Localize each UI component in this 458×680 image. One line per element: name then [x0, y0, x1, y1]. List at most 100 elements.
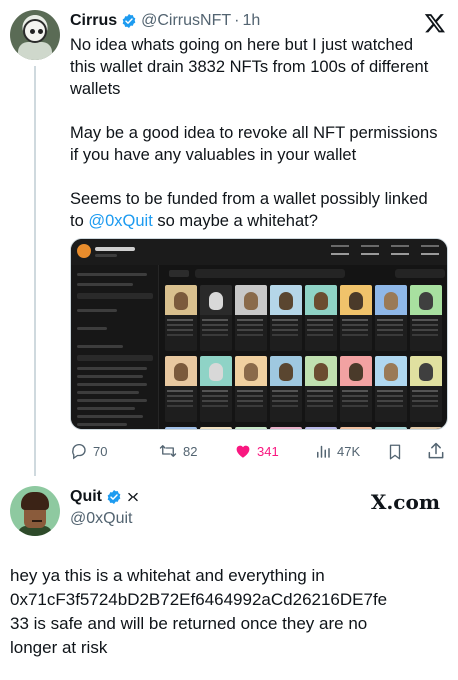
nft-image	[410, 427, 442, 429]
tweet-line: this wallet drain 3832 NFTs from 100s of…	[70, 58, 429, 76]
nft-image	[340, 427, 372, 429]
reply-button[interactable]: 70	[70, 442, 107, 460]
share-icon[interactable]	[426, 441, 446, 461]
retweet-button[interactable]: 82	[158, 442, 197, 460]
nft-thumbnail[interactable]	[305, 427, 337, 429]
separator-dot: ·	[234, 12, 240, 29]
x-logo-icon	[424, 14, 445, 33]
nft-image	[270, 427, 302, 429]
retweet-count: 82	[183, 443, 198, 459]
nft-thumbnail[interactable]	[270, 285, 302, 351]
nft-thumbnail[interactable]	[375, 285, 407, 351]
tweet-text: No idea whats going on here but I just w…	[70, 34, 450, 232]
nft-thumbnail[interactable]	[410, 427, 442, 429]
reply-count: 70	[93, 443, 108, 459]
tweet-line: 0x71cF3f5724bD2B72Ef6464992aCd26216DE7fe	[10, 590, 388, 609]
retweet-icon	[159, 445, 177, 457]
nft-thumbnail[interactable]	[270, 356, 302, 422]
tweet-text: hey ya this is a whitehat and everything…	[10, 564, 450, 660]
screenshot-toolbar	[165, 269, 447, 279]
nft-thumbnail[interactable]	[340, 285, 372, 351]
nft-thumbnail[interactable]	[375, 427, 407, 429]
nft-thumbnail[interactable]	[270, 427, 302, 429]
nft-image	[270, 356, 302, 386]
reply-icon	[72, 443, 86, 460]
nft-thumbnail[interactable]	[165, 356, 197, 422]
heart-icon	[236, 445, 250, 458]
tweet-line: No idea whats going on here but I just w…	[70, 36, 414, 54]
tweet-quit[interactable]: Quit @0xQuit X.com hey ya this is a whit…	[0, 476, 458, 680]
author-handle[interactable]: @0xQuit	[70, 510, 132, 528]
tweet-line: hey ya this is a whitehat and everything…	[10, 566, 325, 585]
tweet-line: longer at risk	[10, 638, 108, 657]
author-name[interactable]: Cirrus	[70, 12, 117, 30]
nft-thumbnail[interactable]	[165, 427, 197, 429]
nft-grid	[165, 285, 447, 429]
tweet-cirrus[interactable]: Cirrus @CirrusNFT · 1h No idea whats goi…	[0, 0, 458, 476]
like-button[interactable]: 341	[234, 442, 279, 460]
nft-image	[235, 285, 267, 315]
nft-thumbnail[interactable]	[305, 356, 337, 422]
nft-image	[375, 356, 407, 386]
nft-image	[305, 427, 337, 429]
screenshot-sidebar	[71, 265, 159, 429]
nft-image	[305, 356, 337, 386]
tweet-actions: 70 82 341 47K	[70, 440, 448, 464]
nft-image	[270, 285, 302, 315]
nft-thumbnail[interactable]	[235, 427, 267, 429]
nft-image	[340, 356, 372, 386]
nft-image	[165, 356, 197, 386]
like-count: 341	[257, 443, 279, 459]
author-handle[interactable]: @CirrusNFT	[141, 12, 231, 30]
bookmark-icon[interactable]	[386, 442, 404, 462]
tweet-header: Quit	[70, 488, 140, 506]
nft-thumbnail[interactable]	[410, 356, 442, 422]
tweet-line: wallets	[70, 80, 121, 98]
nft-thumbnail[interactable]	[235, 285, 267, 351]
nft-image	[410, 285, 442, 315]
tweet-header: Cirrus @CirrusNFT · 1h	[70, 10, 260, 32]
avatar-quit[interactable]	[10, 486, 60, 536]
text-suffix: so maybe a whitehat?	[152, 212, 318, 230]
nft-thumbnail[interactable]	[235, 356, 267, 422]
nft-image	[235, 356, 267, 386]
mention-link[interactable]: @0xQuit	[88, 212, 152, 230]
nft-image	[165, 285, 197, 315]
views-button[interactable]: 47K	[314, 442, 360, 460]
avatar-cirrus[interactable]	[10, 10, 60, 60]
views-icon	[317, 445, 330, 458]
nft-image	[375, 427, 407, 429]
nft-image	[235, 427, 267, 429]
nft-image	[340, 285, 372, 315]
nft-thumbnail[interactable]	[410, 285, 442, 351]
attached-screenshot[interactable]	[70, 238, 448, 430]
nft-image	[200, 427, 232, 429]
nft-thumbnail[interactable]	[305, 285, 337, 351]
nft-thumbnail[interactable]	[340, 356, 372, 422]
nft-image	[165, 427, 197, 429]
nft-image	[305, 285, 337, 315]
nft-image	[200, 356, 232, 386]
screenshot-topbar	[71, 239, 447, 265]
affiliate-icon	[128, 492, 138, 502]
x-com-label[interactable]: X.com	[371, 490, 440, 514]
nft-thumbnail[interactable]	[200, 285, 232, 351]
nft-image	[410, 356, 442, 386]
text-prefix: to	[70, 212, 89, 230]
thread-line	[34, 66, 36, 476]
nft-thumbnail[interactable]	[200, 356, 232, 422]
tweet-line: 33 is safe and will be returned once the…	[10, 614, 368, 633]
wallet-avatar-icon	[77, 244, 91, 258]
tweet-line: if you have any valuables in your wallet	[70, 146, 357, 164]
tweet-line: Seems to be funded from a wallet possibl…	[70, 190, 428, 208]
verified-badge-icon	[107, 490, 121, 504]
view-count: 47K	[337, 443, 361, 459]
nft-thumbnail[interactable]	[165, 285, 197, 351]
nft-thumbnail[interactable]	[340, 427, 372, 429]
tweet-line-mention: to @0xQuit so maybe a whitehat?	[70, 210, 450, 232]
tweet-time[interactable]: 1h	[242, 12, 260, 30]
author-name[interactable]: Quit	[70, 488, 102, 506]
tweet-line: May be a good idea to revoke all NFT per…	[70, 124, 438, 142]
nft-thumbnail[interactable]	[375, 356, 407, 422]
nft-thumbnail[interactable]	[200, 427, 232, 429]
